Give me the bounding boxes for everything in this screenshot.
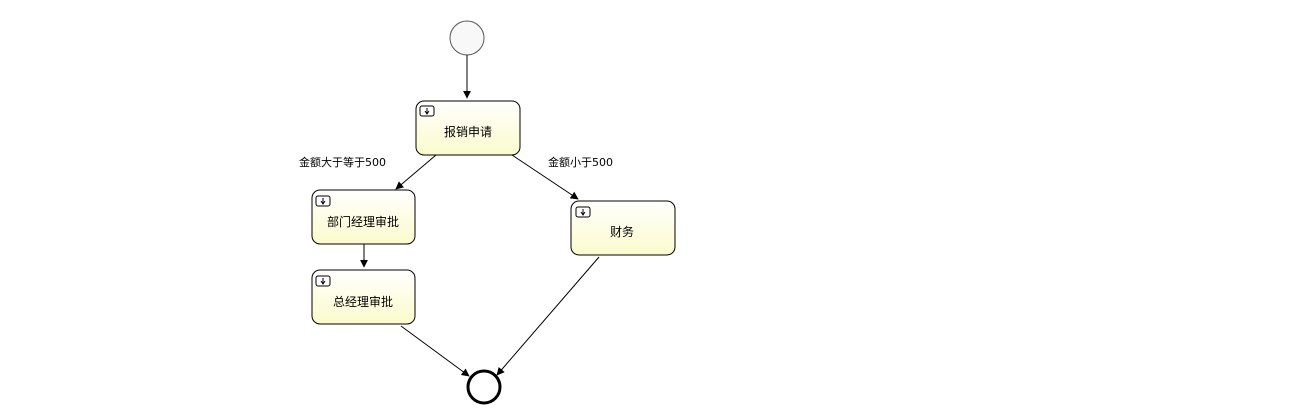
user-task-icon — [315, 195, 331, 207]
start-event[interactable] — [449, 20, 485, 56]
edge-label-to-dept: 金额大于等于500 — [299, 155, 386, 169]
edge-finance-to-end[interactable] — [496, 256, 600, 376]
task-dept-manager-label: 部门经理审批 — [327, 214, 399, 229]
edge-apply-to-dept[interactable] — [395, 154, 437, 190]
edge-label-to-finance: 金额小于500 — [548, 155, 613, 169]
task-dept-manager[interactable]: 部门经理审批 — [311, 189, 416, 245]
user-task-icon — [575, 206, 591, 218]
edge-gm-to-end[interactable] — [400, 325, 470, 377]
task-general-manager[interactable]: 总经理审批 — [311, 269, 416, 325]
task-finance[interactable]: 财务 — [570, 200, 676, 256]
task-finance-label: 财务 — [610, 224, 634, 239]
task-apply[interactable]: 报销申请 — [415, 100, 521, 156]
user-task-icon — [315, 275, 331, 287]
bpmn-process-diagram: 报销申请 金额大于等于500 金额小于500 部门经理审批 总经理审批 财务 — [299, 20, 676, 405]
task-apply-label: 报销申请 — [444, 124, 492, 139]
user-task-icon — [419, 105, 435, 117]
end-event[interactable] — [466, 369, 502, 405]
task-general-manager-label: 总经理审批 — [333, 294, 393, 309]
